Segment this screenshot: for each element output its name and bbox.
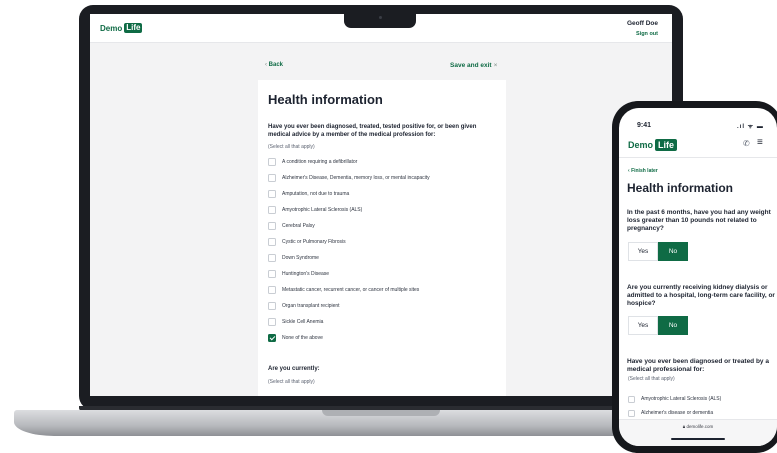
- checkbox[interactable]: [268, 222, 276, 230]
- checked-checkbox[interactable]: [268, 334, 276, 342]
- phone-icon[interactable]: ✆: [743, 139, 750, 148]
- checkbox-label: Cerebral Palsy: [282, 223, 315, 229]
- checkbox-label: Sickle Cell Anemia: [282, 319, 324, 325]
- checkbox-label: Alzheimer's disease or dementia: [641, 410, 714, 416]
- checkbox[interactable]: [268, 318, 276, 326]
- user-name: Geoff Doe: [626, 20, 658, 27]
- checkbox-option[interactable]: Huntington's Disease: [268, 269, 329, 279]
- checkbox-option[interactable]: Amyotrophic Lateral Sclerosis (ALS): [628, 394, 721, 404]
- phone-screen: 9:41 .ıl ᯤ ▬ Demo Life ✆ ≡ ‹ Finish late…: [619, 108, 777, 446]
- question-dialysis: Are you currently receiving kidney dialy…: [627, 284, 775, 307]
- checkbox-option[interactable]: Metastatic cancer, recurrent cancer, or …: [268, 285, 419, 295]
- checkbox[interactable]: [628, 395, 635, 403]
- checkbox[interactable]: [268, 302, 276, 310]
- page-title: Health information: [268, 92, 383, 107]
- no-button[interactable]: No: [658, 316, 688, 335]
- checkbox[interactable]: [268, 190, 276, 198]
- question-weight-loss: In the past 6 months, have you had any w…: [627, 209, 771, 232]
- checkbox-option[interactable]: Alzheimer's Disease, Dementia, memory lo…: [268, 173, 430, 183]
- checkbox-option[interactable]: None of the above: [268, 333, 323, 343]
- checkbox-label: Organ transplant recipient: [282, 303, 340, 309]
- checkbox[interactable]: [268, 254, 276, 262]
- checkbox-label: None of the above: [282, 335, 323, 341]
- checkbox[interactable]: [268, 206, 276, 214]
- question-2-text: Are you currently:: [268, 366, 320, 372]
- checkbox-label: Amputation, not due to trauma: [282, 191, 350, 197]
- checkbox-label: Amyotrophic Lateral Sclerosis (ALS): [282, 207, 363, 213]
- status-time: 9:41: [637, 122, 652, 129]
- checkbox-label: Alzheimer's Disease, Dementia, memory lo…: [282, 175, 430, 181]
- yes-no-group-1: Yes No: [628, 242, 688, 261]
- question-diagnosed: Have you ever been diagnosed or treated …: [627, 358, 769, 373]
- select-all-hint-2: (Select all that apply): [268, 379, 315, 385]
- finish-later-link[interactable]: ‹ Finish later: [628, 168, 658, 174]
- yes-button[interactable]: Yes: [628, 316, 658, 335]
- checkbox-option[interactable]: A condition requiring a defibrillator: [268, 157, 357, 167]
- checkbox-option[interactable]: Cerebral Palsy: [268, 221, 315, 231]
- status-icons: .ıl ᯤ ▬: [737, 124, 764, 130]
- checkbox-label: Down Syndrome: [282, 255, 319, 261]
- checkbox[interactable]: [268, 270, 276, 278]
- brand-badge: Life: [655, 139, 678, 151]
- checkbox-label: Huntington's Disease: [282, 271, 330, 277]
- brand-badge: Life: [124, 23, 143, 33]
- brand-name: Demo: [100, 23, 123, 33]
- yes-no-group-2: Yes No: [628, 316, 688, 335]
- close-icon: ×: [493, 62, 498, 69]
- brand-name: Demo: [628, 140, 654, 150]
- laptop-base-notch: [322, 410, 440, 416]
- checkbox-option[interactable]: Down Syndrome: [268, 253, 319, 263]
- question-text: Have you ever been diagnosed, treated, t…: [268, 124, 477, 138]
- sign-out-link[interactable]: Sign out: [636, 31, 658, 37]
- save-exit-label: Save and exit: [450, 62, 492, 69]
- brand-logo[interactable]: Demo Life: [100, 23, 143, 33]
- home-indicator[interactable]: [671, 438, 725, 440]
- checkbox-label: Cystic or Pulmonary Fibrosis: [282, 239, 346, 245]
- checkbox[interactable]: [268, 174, 276, 182]
- checkbox-option[interactable]: Organ transplant recipient: [268, 301, 340, 311]
- checkbox-option[interactable]: Cystic or Pulmonary Fibrosis: [268, 237, 346, 247]
- finish-later-label: Finish later: [631, 168, 658, 174]
- select-all-hint-mobile: (Select all that apply): [628, 376, 675, 382]
- laptop-screen: Demo Life Geoff Doe Sign out ‹ Back Save…: [90, 14, 672, 396]
- camera-notch: [344, 10, 416, 28]
- form-card: Health information Have you ever been di…: [258, 80, 506, 396]
- checkbox-option[interactable]: Alzheimer's disease or dementia: [628, 408, 713, 418]
- checkbox-label: Amyotrophic Lateral Sclerosis (ALS): [641, 396, 722, 402]
- checkbox-option[interactable]: Amyotrophic Lateral Sclerosis (ALS): [268, 205, 362, 215]
- back-label: Back: [268, 62, 284, 68]
- brand-logo-mobile[interactable]: Demo Life: [628, 139, 678, 151]
- checkbox-option[interactable]: Amputation, not due to trauma: [268, 189, 349, 199]
- header-divider: [619, 157, 777, 158]
- menu-icon[interactable]: ≡: [757, 137, 763, 148]
- yes-button[interactable]: Yes: [628, 242, 658, 261]
- select-all-hint: (Select all that apply): [268, 144, 315, 150]
- checkbox-label: A condition requiring a defibrillator: [282, 159, 358, 165]
- no-button[interactable]: No: [658, 242, 688, 261]
- checkbox-label: Metastatic cancer, recurrent cancer, or …: [282, 287, 420, 293]
- save-and-exit-button[interactable]: Save and exit ×: [450, 62, 497, 69]
- page-title-mobile: Health information: [627, 181, 734, 195]
- camera-icon: [379, 16, 382, 19]
- checkbox[interactable]: [268, 158, 276, 166]
- checkbox[interactable]: [628, 409, 635, 417]
- checkbox[interactable]: [268, 238, 276, 246]
- checkbox-option[interactable]: Sickle Cell Anemia: [268, 317, 323, 327]
- back-link[interactable]: ‹ Back: [265, 62, 283, 68]
- checkbox[interactable]: [268, 286, 276, 294]
- url-text[interactable]: 🔒︎ demolife.com: [619, 424, 777, 429]
- url-label: demolife.com: [686, 424, 714, 429]
